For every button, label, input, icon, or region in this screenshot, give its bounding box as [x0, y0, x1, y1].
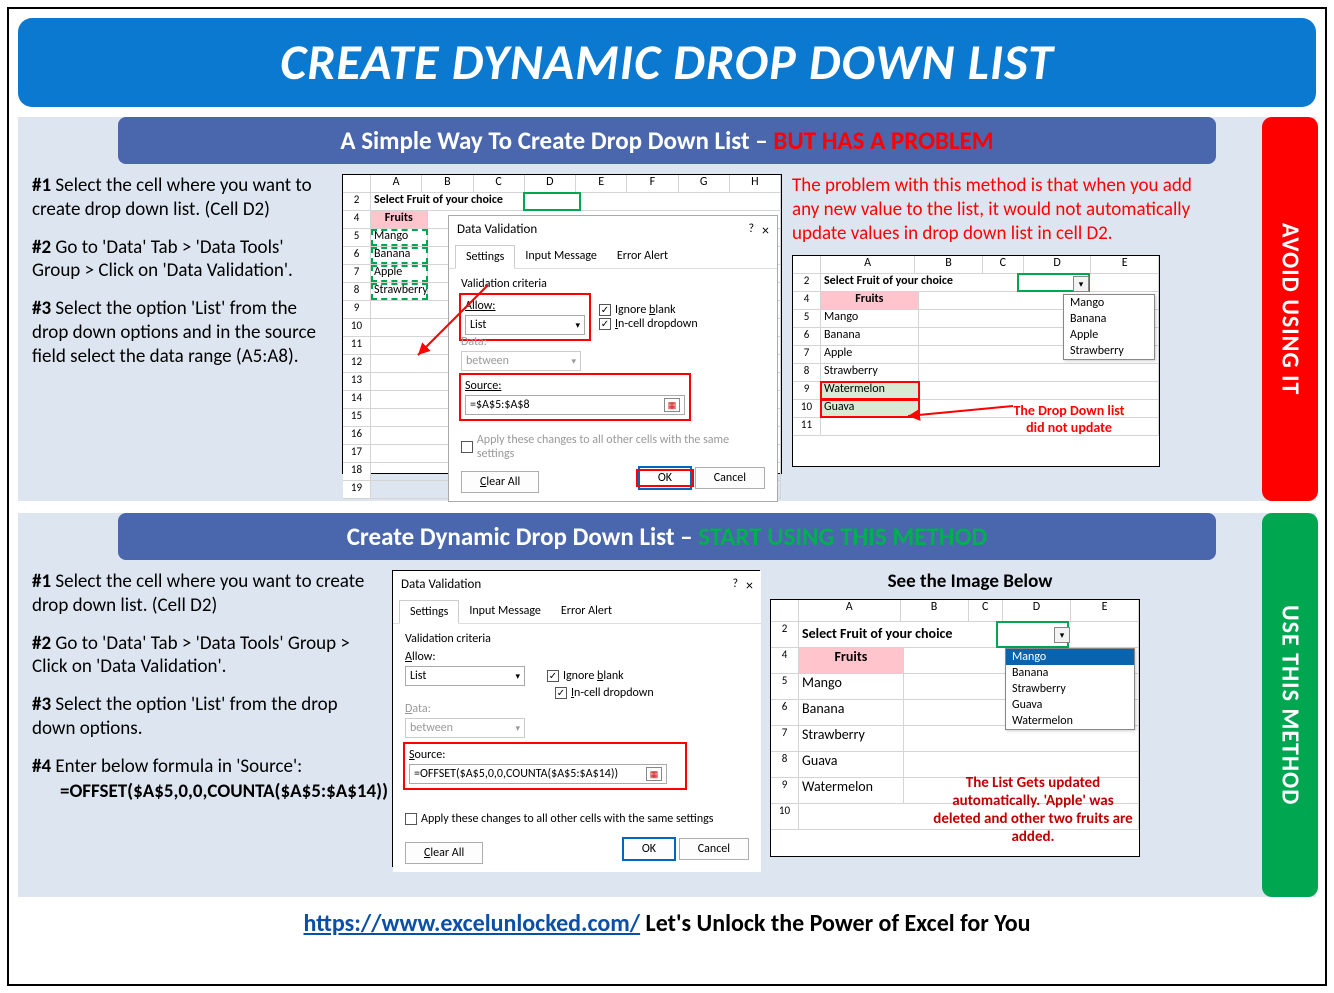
section2-columns: #1 Select the cell where you want to cre… [18, 570, 1316, 867]
dropdown-list[interactable]: Mango Banana Apple Strawberry [1063, 294, 1155, 360]
dropdown-button-icon[interactable]: ▾ [1073, 276, 1089, 292]
data-validation-dialog: Data Validation?× Settings Input Message… [393, 571, 761, 872]
section1-steps: #1 Select the cell where you want to cre… [32, 174, 332, 474]
offset-formula: =OFFSET($A$5,0,0,COUNTA($A$5:$A$14)) [32, 780, 382, 804]
section1-right: The problem with this method is that whe… [792, 174, 1212, 474]
main-title: CREATE DYNAMIC DROP DOWN LIST [18, 32, 1316, 93]
apply-all-checkbox[interactable]: Apply these changes to all other cells w… [405, 812, 749, 826]
source-input[interactable]: =OFFSET($A$5,0,0,COUNTA($A$5:$A$14))▦ [409, 764, 667, 784]
data-dropdown: between▾ [461, 351, 581, 371]
page: CREATE DYNAMIC DROP DOWN LIST AVOID USIN… [0, 0, 1334, 993]
section1-excel-demo: ABCDEFGH 2Select Fruit of your choice 4F… [342, 174, 782, 474]
ok-button[interactable]: OK [638, 466, 692, 490]
dropdown-button-icon[interactable]: ▾ [1054, 627, 1070, 643]
tab-settings[interactable]: Settings [455, 245, 515, 269]
ignore-blank-checkbox[interactable]: ✓Ignore blank [599, 303, 765, 317]
column-headers: ABCDEFGH [343, 175, 781, 193]
incell-dropdown-checkbox[interactable]: ✓In-cell dropdown [555, 686, 749, 700]
section2-dialog-demo: Data Validation?× Settings Input Message… [392, 570, 760, 867]
apply-all-checkbox: Apply these changes to all other cells w… [461, 433, 765, 461]
step-2: #2 Go to 'Data' Tab > 'Data Tools' Group… [32, 236, 332, 284]
chevron-down-icon: ▾ [575, 320, 580, 331]
section1-result-demo: ABCDE 2Select Fruit of your choice 4Frui… [792, 255, 1160, 467]
footer-link[interactable]: https://www.excelunlocked.com/ [303, 909, 640, 938]
step-1: #1 Select the cell where you want to cre… [32, 570, 382, 618]
range-picker-icon[interactable]: ▦ [646, 767, 662, 781]
see-image-label: See the Image Below [770, 570, 1170, 593]
cancel-button[interactable]: Cancel [695, 467, 765, 489]
data-dropdown: between▾ [405, 718, 525, 738]
problem-description: The problem with this method is that whe… [792, 174, 1212, 245]
step-3: #3 Select the option 'List' from the dro… [32, 693, 382, 741]
step-1: #1 Select the cell where you want to cre… [32, 174, 332, 222]
tab-settings[interactable]: Settings [399, 600, 459, 624]
clear-all-button[interactable]: Clear All [405, 842, 483, 864]
allow-dropdown[interactable]: List▾ [465, 315, 585, 335]
help-icon[interactable]: ? [732, 577, 738, 594]
tab-input-message[interactable]: Input Message [515, 245, 607, 268]
dialog-tabs: Settings Input Message Error Alert [449, 245, 777, 269]
section2-right: See the Image Below ABCDE 2Select Fruit … [770, 570, 1170, 867]
tab-input-message[interactable]: Input Message [459, 600, 551, 623]
ok-button[interactable]: OK [622, 837, 676, 861]
cancel-button[interactable]: Cancel [679, 838, 749, 860]
callout-not-updated: The Drop Down listdid not update [989, 402, 1149, 436]
allow-dropdown[interactable]: List▾ [405, 666, 525, 686]
section1-heading: A Simple Way To Create Drop Down List – … [118, 117, 1216, 164]
section-dynamic-method: USE THIS METHOD Create Dynamic Drop Down… [18, 513, 1316, 897]
incell-dropdown-checkbox[interactable]: ✓In-cell dropdown [599, 317, 765, 331]
ignore-blank-checkbox[interactable]: ✓Ignore blank [547, 669, 624, 683]
range-picker-icon[interactable]: ▦ [664, 398, 680, 412]
sheet-row: 2Select Fruit of your choice [343, 193, 781, 211]
main-title-bar: CREATE DYNAMIC DROP DOWN LIST [18, 18, 1316, 107]
step-2: #2 Go to 'Data' Tab > 'Data Tools' Group… [32, 632, 382, 680]
inner-frame: CREATE DYNAMIC DROP DOWN LIST AVOID USIN… [7, 7, 1327, 986]
footer: https://www.excelunlocked.com/ Let's Unl… [9, 909, 1325, 938]
section2-steps: #1 Select the cell where you want to cre… [32, 570, 382, 867]
dropdown-list[interactable]: Mango Banana Strawberry Guava Watermelon [1005, 648, 1135, 730]
side-tab-use: USE THIS METHOD [1262, 513, 1318, 897]
data-validation-dialog: Data Validation ? × Settings Input Messa… [448, 215, 778, 502]
step-3: #3 Select the option 'List' from the dro… [32, 297, 332, 368]
dialog-body: Validation criteria Allow: List▾ ✓Ignore… [449, 269, 777, 501]
section2-result-demo: ABCDE 2Select Fruit of your choice 4Frui… [770, 599, 1140, 857]
tab-error-alert[interactable]: Error Alert [607, 245, 678, 268]
section2-heading: Create Dynamic Drop Down List – START US… [118, 513, 1216, 560]
section1-columns: #1 Select the cell where you want to cre… [18, 174, 1316, 474]
step-4: #4 Enter below formula in 'Source': [32, 755, 382, 779]
close-icon[interactable]: × [762, 222, 769, 239]
callout-updated: The List Gets updated automatically. 'Ap… [933, 774, 1133, 846]
close-icon[interactable]: × [746, 577, 753, 594]
source-input[interactable]: =$A$5:$A$8▦ [465, 395, 685, 415]
clear-all-button[interactable]: Clear All [461, 471, 539, 493]
tab-error-alert[interactable]: Error Alert [551, 600, 622, 623]
help-icon[interactable]: ? [748, 222, 754, 239]
side-tab-avoid: AVOID USING IT [1262, 117, 1318, 501]
section-simple-method: AVOID USING IT A Simple Way To Create Dr… [18, 117, 1316, 501]
dialog-titlebar: Data Validation ? × [449, 216, 777, 245]
